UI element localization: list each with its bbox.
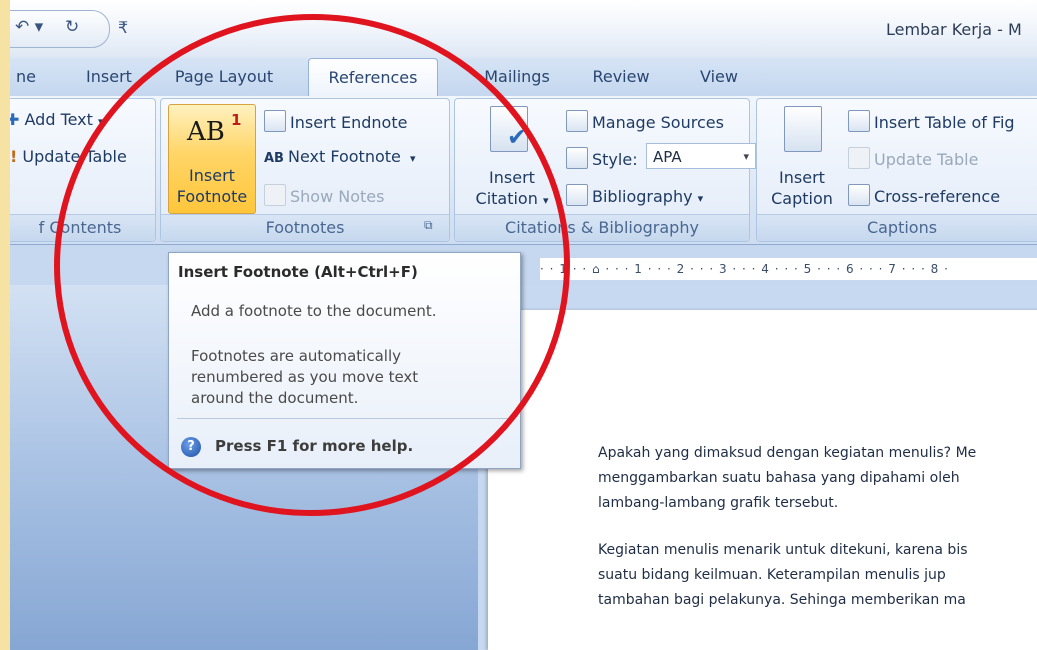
next-footnote-icon: AB — [264, 151, 284, 166]
footnotes-dialog-launcher-icon[interactable]: ⧉ — [424, 218, 433, 233]
bibliography-label: Bibliography — [592, 187, 693, 206]
manage-sources-label: Manage Sources — [592, 113, 724, 132]
window-title: Lembar Kerja - M — [886, 20, 1022, 39]
insert-caption-icon — [784, 106, 822, 152]
insert-footnote-tooltip: Insert Footnote (Alt+Ctrl+F) Add a footn… — [168, 252, 521, 469]
add-text-label: Add Text — [24, 110, 93, 129]
insert-citation-label-line2: Citation — [475, 189, 538, 208]
quick-access-toolbar: ↶ ▾ ↻ — [10, 10, 110, 48]
insert-caption-button[interactable]: Insert Caption — [762, 167, 842, 209]
style-icon — [566, 147, 588, 169]
tooltip-separator — [177, 418, 510, 419]
group-label-footnotes: Footnotes — [161, 214, 449, 241]
insert-endnote-icon — [264, 110, 286, 132]
insert-citation-icon: ✔ — [490, 106, 528, 152]
style-label-text: Style: — [592, 150, 638, 169]
bibliography-icon — [566, 184, 588, 206]
style-label: Style: — [566, 147, 638, 169]
chevron-down-icon: ▾ — [98, 115, 104, 128]
horizontal-ruler[interactable]: · · 1 · · ⌂ · · · 1 · · · 2 · · · 3 · · … — [540, 258, 1037, 280]
help-icon: ? — [181, 437, 201, 457]
cross-reference-button[interactable]: Cross-reference — [848, 184, 1000, 206]
document-line: Apakah yang dimaksud dengan kegiatan men… — [598, 445, 977, 461]
tab-references[interactable]: References — [308, 58, 438, 97]
bibliography-button[interactable]: Bibliography ▾ — [566, 184, 703, 206]
document-line: tambahan bagi pelakunya. Sehinga memberi… — [598, 592, 966, 608]
insert-caption-label-line2: Caption — [771, 189, 833, 208]
title-bar: ↶ ▾ ↻ ₹ Lembar Kerja - M — [10, 0, 1037, 58]
show-notes-icon — [264, 184, 286, 206]
tab-page-layout[interactable]: Page Layout — [160, 58, 288, 96]
insert-endnote-label: Insert Endnote — [290, 113, 408, 132]
tab-home[interactable]: ne — [10, 58, 46, 96]
tooltip-help-text: Press F1 for more help. — [215, 437, 414, 455]
customize-qat-icon[interactable]: ₹ — [118, 18, 128, 37]
tooltip-description: Add a footnote to the document. — [191, 302, 437, 320]
add-text-button[interactable]: ✚ Add Text ▾ — [10, 110, 104, 129]
undo-icon[interactable]: ↶ ▾ — [15, 17, 43, 37]
cross-reference-icon — [848, 184, 870, 206]
table-of-figures-icon — [848, 110, 870, 132]
insert-footnote-label-line2: Footnote — [176, 187, 248, 206]
tab-insert[interactable]: Insert — [68, 58, 150, 96]
update-table-captions-icon — [848, 147, 870, 169]
update-table-toc-button[interactable]: ! Update Table — [10, 147, 127, 166]
citation-style-dropdown[interactable]: APA ▾ — [646, 143, 756, 169]
tab-view[interactable]: View — [686, 58, 752, 96]
insert-footnote-label: Insert Footnote — [169, 165, 255, 207]
checkmark-icon: ✔ — [507, 123, 528, 151]
citation-style-value: APA — [653, 148, 682, 166]
manage-sources-button[interactable]: Manage Sources — [566, 110, 724, 132]
insert-citation-label-line1: Insert — [489, 168, 535, 187]
update-table-captions-label: Update Table — [874, 150, 979, 169]
insert-footnote-label-line1: Insert — [189, 166, 235, 185]
group-label-captions: Captions — [757, 214, 1037, 241]
add-text-icon: ✚ — [10, 110, 20, 129]
insert-table-of-figures-button[interactable]: Insert Table of Fig — [848, 110, 1015, 132]
group-label-toc: f Contents — [10, 214, 155, 241]
insert-footnote-icon-superscript: 1 — [231, 111, 242, 129]
cross-reference-label: Cross-reference — [874, 187, 1001, 206]
insert-endnote-button[interactable]: Insert Endnote — [264, 110, 407, 132]
show-notes-label: Show Notes — [290, 187, 385, 206]
tab-review[interactable]: Review — [580, 58, 662, 96]
insert-footnote-icon: AB — [187, 117, 225, 147]
insert-table-of-figures-label: Insert Table of Fig — [874, 113, 1015, 132]
insert-caption-label-line1: Insert — [779, 168, 825, 187]
group-label-citations: Citations & Bibliography — [455, 214, 749, 241]
document-line: lambang-lambang grafik tersebut. — [598, 495, 839, 511]
tooltip-detail-line: Footnotes are automatically — [191, 347, 401, 365]
insert-citation-button[interactable]: Insert Citation ▾ — [468, 167, 556, 211]
next-footnote-label: Next Footnote — [287, 147, 401, 166]
document-line: Kegiatan menulis menarik untuk ditekuni,… — [598, 542, 968, 558]
manage-sources-icon — [566, 110, 588, 132]
ribbon-tabs: ne Insert Page Layout References Mailing… — [10, 58, 1037, 97]
document-line: menggambarkan suatu bahasa yang dipahami… — [598, 470, 960, 486]
chevron-down-icon: ▾ — [542, 194, 549, 207]
chevron-down-icon[interactable]: ▾ — [410, 152, 416, 165]
redo-icon[interactable]: ↻ — [65, 17, 79, 37]
insert-footnote-button[interactable]: AB 1 Insert Footnote — [168, 104, 256, 214]
chevron-down-icon: ▾ — [743, 150, 749, 163]
chevron-down-icon: ▾ — [697, 192, 704, 205]
update-table-toc-label: Update Table — [22, 147, 127, 166]
show-notes-button[interactable]: Show Notes — [264, 184, 384, 206]
tab-mailings[interactable]: Mailings — [462, 58, 572, 96]
update-table-icon: ! — [10, 147, 18, 166]
tooltip-detail-line: renumbered as you move text — [191, 368, 419, 386]
update-table-captions-button[interactable]: Update Table — [848, 147, 978, 169]
tooltip-detail-line: around the document. — [191, 389, 359, 407]
tooltip-title: Insert Footnote (Alt+Ctrl+F) — [178, 263, 418, 281]
next-footnote-button[interactable]: AB Next Footnote ▾ — [264, 147, 416, 166]
document-line: suatu bidang keilmuan. Keterampilan menu… — [598, 567, 946, 583]
